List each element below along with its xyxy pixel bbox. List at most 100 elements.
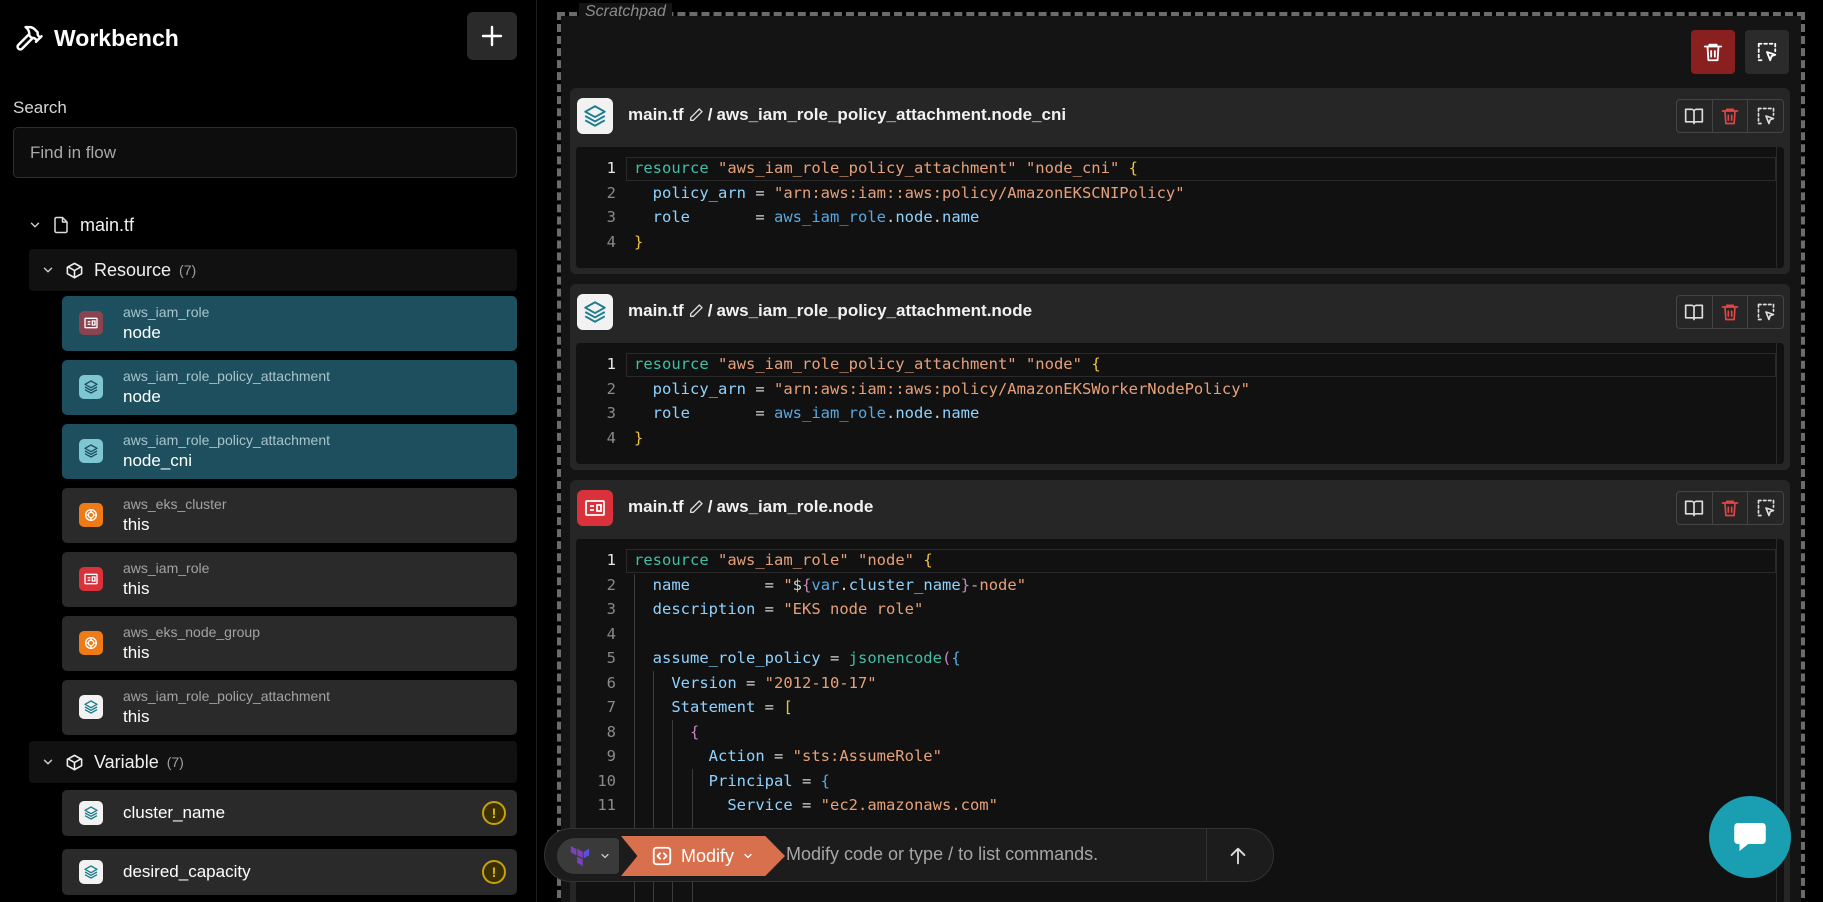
resource-type: aws_eks_cluster <box>123 496 227 512</box>
variable-name: desired_capacity <box>123 862 251 881</box>
select-button[interactable] <box>1748 100 1783 132</box>
card-address: aws_iam_role_policy_attachment.node <box>716 301 1033 320</box>
resource-item[interactable]: aws_iam_role_policy_attachment node <box>62 360 517 415</box>
card-separator: / <box>707 105 713 124</box>
card-separator: / <box>707 301 713 320</box>
chat-button[interactable] <box>1709 796 1791 878</box>
select-cursor-icon <box>1757 107 1775 125</box>
select-button[interactable] <box>1745 30 1789 74</box>
code-line: resource "aws_iam_role" "node" { <box>634 551 933 569</box>
card-file: main.tf <box>628 105 684 124</box>
variable-item[interactable]: desired_capacity ! <box>62 849 517 895</box>
layers-icon <box>79 439 103 463</box>
trash-icon <box>1721 500 1739 517</box>
pencil-icon[interactable] <box>688 499 704 515</box>
docs-button[interactable] <box>1677 296 1713 328</box>
code-editor[interactable]: 1 2 3 4 resource "aws_iam_role_policy_at… <box>576 343 1784 464</box>
resource-item[interactable]: aws_iam_role node <box>62 296 517 351</box>
card-address: aws_iam_role.node <box>716 497 874 516</box>
arrow-up-icon <box>1230 847 1246 865</box>
docs-button[interactable] <box>1677 100 1713 132</box>
code-line: } <box>634 429 644 447</box>
send-button[interactable] <box>1220 838 1256 874</box>
pencil-icon[interactable] <box>688 303 704 319</box>
code-line: } <box>634 233 644 251</box>
eks-icon <box>79 631 103 655</box>
code-editor[interactable]: 1 2 3 4 resource "aws_iam_role_policy_at… <box>576 147 1784 268</box>
docs-button[interactable] <box>1677 492 1713 524</box>
code-card: main.tf / aws_iam_role_policy_attachment… <box>570 88 1790 274</box>
line-number: 3 <box>606 404 616 422</box>
layers-icon <box>79 801 103 825</box>
group-resource[interactable]: Resource (7) <box>29 249 517 291</box>
group-variable[interactable]: Variable (7) <box>29 741 517 783</box>
search-input[interactable]: Find in flow <box>13 127 517 178</box>
iam-role-icon <box>577 490 613 526</box>
mode-label: Modify <box>681 845 735 866</box>
line-number: 5 <box>606 649 616 667</box>
plus-icon <box>481 25 503 47</box>
card-toolbar <box>1676 491 1784 525</box>
select-button[interactable] <box>1748 492 1783 524</box>
warning-icon[interactable]: ! <box>482 860 506 884</box>
card-address: aws_iam_role_policy_attachment.node_cni <box>716 105 1067 124</box>
resource-item[interactable]: aws_eks_node_group this <box>62 616 517 671</box>
code-line: role = aws_iam_role.node.name <box>652 404 980 422</box>
resource-item[interactable]: aws_eks_cluster this <box>62 488 517 543</box>
resource-type: aws_iam_role <box>123 304 210 320</box>
chevron-down-icon[interactable] <box>28 218 42 232</box>
line-number: 3 <box>606 600 616 618</box>
line-number: 2 <box>606 184 616 202</box>
card-title: main.tf / aws_iam_role.node <box>628 497 873 517</box>
resource-type: aws_iam_role_policy_attachment <box>123 368 330 384</box>
chevron-down-icon[interactable] <box>41 263 55 277</box>
scratchpad-label: Scratchpad <box>579 3 672 21</box>
resource-name: this <box>123 643 150 662</box>
line-number: 4 <box>606 429 616 447</box>
resource-item[interactable]: aws_iam_role_policy_attachment node_cni <box>62 424 517 479</box>
chevron-down-icon[interactable] <box>742 850 754 862</box>
code-line: description = "EKS node role" <box>652 600 924 618</box>
delete-button[interactable] <box>1713 296 1749 328</box>
card-header: main.tf / aws_iam_role.node <box>570 480 1790 536</box>
line-number: 4 <box>606 233 616 251</box>
chevron-down-icon[interactable] <box>41 755 55 769</box>
sidebar: Workbench Search Find in flow main.tf Re… <box>0 0 537 902</box>
code-line: role = aws_iam_role.node.name <box>652 208 980 226</box>
iam-role-icon <box>79 311 103 335</box>
chevron-down-icon[interactable] <box>599 850 611 862</box>
file-name: main.tf <box>80 214 135 235</box>
group-count: (7) <box>166 754 184 770</box>
resource-item[interactable]: aws_iam_role this <box>62 552 517 607</box>
delete-button[interactable] <box>1713 492 1749 524</box>
resource-item[interactable]: aws_iam_role_policy_attachment this <box>62 680 517 735</box>
scrollbar[interactable] <box>1776 343 1784 464</box>
resource-name: this <box>123 707 150 726</box>
book-icon <box>1685 304 1704 321</box>
pencil-icon[interactable] <box>688 107 704 123</box>
line-number: 2 <box>606 380 616 398</box>
delete-button[interactable] <box>1713 100 1749 132</box>
add-button[interactable] <box>467 12 517 60</box>
line-number: 8 <box>606 723 616 741</box>
code-bracket-icon <box>652 846 672 866</box>
command-input[interactable]: Modify code or type / to list commands. <box>786 844 1098 865</box>
divider <box>1206 829 1207 881</box>
provider-selector[interactable] <box>557 838 619 874</box>
card-header: main.tf / aws_iam_role_policy_attachment… <box>570 88 1790 144</box>
select-button[interactable] <box>1748 296 1783 328</box>
line-number: 4 <box>606 625 616 643</box>
code-line: { <box>690 723 700 741</box>
tree-file-main-tf[interactable]: main.tf <box>28 212 134 238</box>
card-title: main.tf / aws_iam_role_policy_attachment… <box>628 105 1066 125</box>
delete-all-button[interactable] <box>1691 30 1735 74</box>
card-toolbar <box>1676 99 1784 133</box>
file-icon <box>54 216 68 234</box>
code-line: resource "aws_iam_role_policy_attachment… <box>634 355 1101 373</box>
variable-item[interactable]: cluster_name ! <box>62 790 517 836</box>
line-number: 1 <box>606 355 616 373</box>
resource-type: aws_iam_role_policy_attachment <box>123 432 330 448</box>
scrollbar[interactable] <box>1776 147 1784 268</box>
warning-icon[interactable]: ! <box>482 801 506 825</box>
mode-selector[interactable]: Modify <box>621 836 785 876</box>
